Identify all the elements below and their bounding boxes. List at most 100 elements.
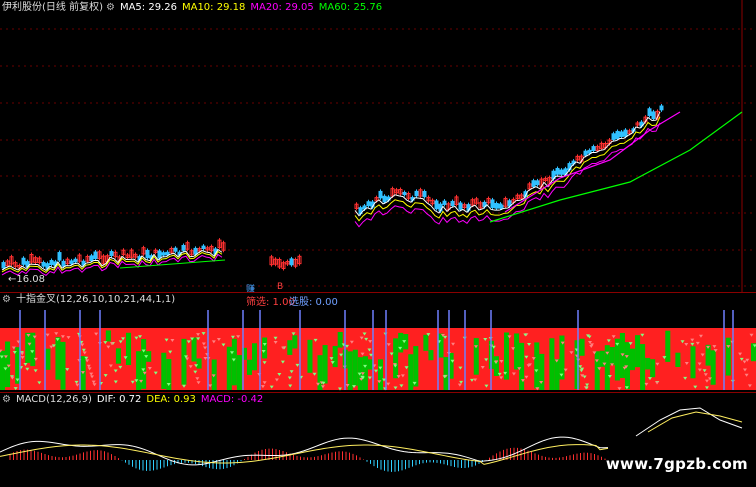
indicator-bar [418,328,424,390]
candle-body [21,257,26,265]
indicator-bar [443,357,450,390]
candle-body [647,108,652,116]
macd-legend: ⚙ MACD(12,26,9) DIF: 0.72 DEA: 0.93 MACD: -0… [2,393,268,406]
indicator-gear-icon[interactable]: ⚙ [2,294,11,305]
indicator-bar [650,328,656,390]
dif-line [635,407,743,437]
macd-name: MACD(12,26,9) [15,394,92,405]
candle-body [69,260,74,265]
candle-body [494,203,499,209]
ma60-line [119,259,226,269]
candle-body [41,261,46,267]
indicator-bar [201,328,208,390]
indicator-bar [569,328,576,390]
indicator-bar [589,328,596,390]
indicator-bar [690,346,697,379]
indicator-bar [307,339,313,373]
indicator-bar [50,328,56,390]
indicator-bar [579,338,586,356]
indicator-bar [246,328,253,390]
indicator-bar [554,359,560,390]
indicator-bar [710,350,717,385]
indicator-bar [514,333,520,370]
indicator-bar [70,328,77,390]
indicator-bar [408,354,414,390]
candle-body [289,258,294,266]
indicator-bar [670,328,676,390]
candle-body [499,205,504,209]
ma10-label: MA10: 29.18 [181,2,246,13]
indicator-bar [544,328,550,390]
candle-body [587,149,592,154]
candle-body [145,249,150,259]
indicator-bar [5,341,11,388]
indicator-bar [579,328,586,390]
indicator-bar [332,345,339,368]
indicator-bar [126,332,132,366]
macd-pane[interactable]: ⚙ MACD(12,26,9) DIF: 0.72 DEA: 0.93 MACD: -0… [0,392,756,487]
indicator-pane[interactable]: ⚙ 十指金叉(12,26,10,10,21,44,1,1) 筛选: 1.00 选股… [0,292,756,392]
candle-body [57,252,62,261]
ma20-label: MA20: 29.05 [250,2,314,13]
candle-body [583,150,588,156]
candle-body [161,252,166,256]
indicator-bar [645,357,651,370]
candle-body [450,200,455,207]
indicator-bar [473,338,480,375]
indicator-bar [378,359,384,390]
candle-body [201,245,206,250]
filter-value: 筛选: 1.00 [246,297,295,308]
indicator-bar [680,328,686,390]
ma5-label: MA5: 29.26 [119,2,177,13]
candle-body [659,105,664,111]
indicator-bar [539,353,545,390]
indicator-bar [236,355,243,390]
candle-body [93,251,98,259]
indicator-bar [176,328,182,390]
candle-body [173,247,178,252]
candle-body [193,247,198,255]
candle-body [378,190,383,199]
indicator-bar [655,328,661,390]
candle-body [165,251,170,256]
indicator-bar [246,359,253,375]
indicator-bar [428,350,434,361]
dea-line [647,411,743,433]
indicator-bar [675,352,681,367]
indicator-canvas[interactable] [0,292,756,392]
indicator-bar [287,328,293,390]
indicator-bar [252,343,258,371]
candle-body [49,260,54,266]
indicator-bar [231,338,238,386]
price-chart-canvas[interactable] [0,0,756,292]
macd-gear-icon[interactable]: ⚙ [2,394,11,405]
indicator-bar [45,348,51,370]
macd-value: MACD: -0.42 [200,394,264,405]
stock-title: 伊利股份(日线 前复权) [2,2,103,13]
settings-gear-icon[interactable]: ⚙ [106,2,115,13]
indicator-bar [55,337,61,380]
price-chart-pane[interactable]: 伊利股份(日线 前复权) ⚙ MA5: 29.26 MA10: 29.18 MA20: … [0,0,756,292]
candle-body [651,111,656,120]
candle-body [619,131,624,137]
candle-body [73,258,78,263]
candle-body [434,200,439,210]
indicator-bar [393,338,399,379]
indicator-bar [630,348,636,371]
ma60-line [489,111,743,223]
candle-body [591,146,596,152]
candle-body [611,133,616,140]
indicator-bar [262,328,268,390]
indicator-bar [105,330,112,342]
indicator-bar [156,328,162,390]
indicator-bar [312,328,319,390]
indicator-bar [498,328,505,390]
indicator-bar [100,328,107,390]
indicator-bar [478,328,485,390]
indicator-bar [10,328,16,390]
select-value: 选股: 0.00 [289,297,338,308]
indicator-bar [413,346,419,387]
indicator-bar [171,328,177,390]
indicator-bar [322,345,329,384]
indicator-bar [635,335,641,368]
